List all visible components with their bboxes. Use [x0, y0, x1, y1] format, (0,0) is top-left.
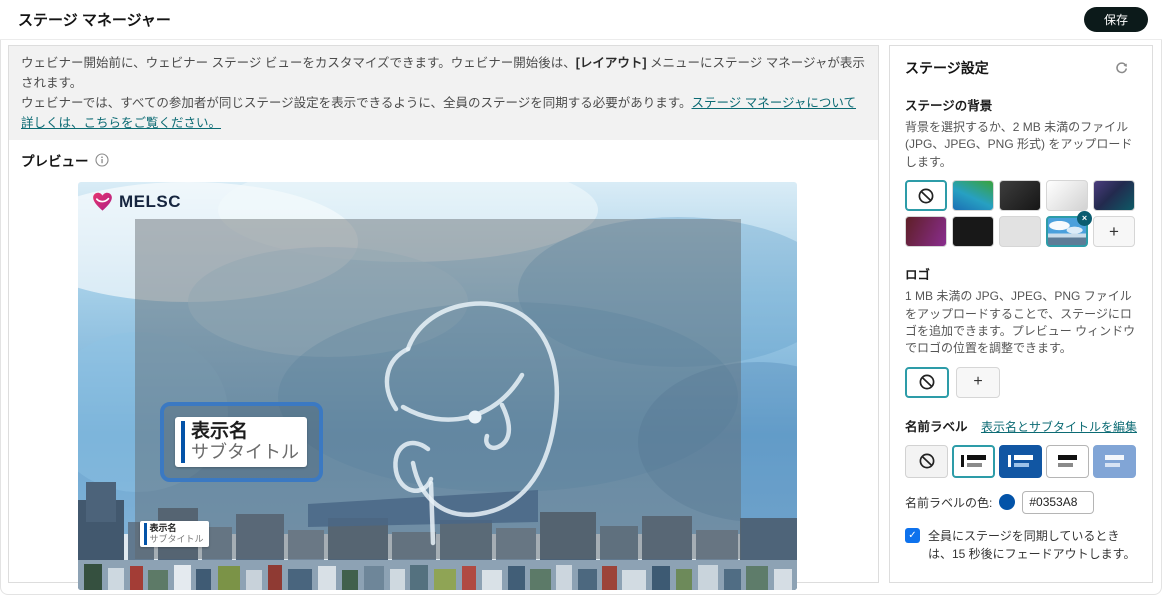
mini-name-label[interactable]: 表示名 サブタイトル [140, 521, 209, 547]
name-label-color-label: 名前ラベルの色: [905, 495, 993, 510]
background-thumbnail-grid: × + [905, 180, 1137, 248]
preview-title: プレビュー [21, 154, 89, 169]
background-section-title: ステージの背景 [905, 99, 993, 113]
name-label-section-header: 名前ラベル 表示名とサブタイトルを編集 [905, 416, 1137, 435]
name-label-drag-handle[interactable]: 表示名 サブタイトル [160, 402, 323, 482]
content-area: ウェビナー開始前に、ウェビナー ステージ ビューをカスタマイズできます。ウェビナ… [0, 40, 1162, 590]
info-banner: ウェビナー開始前に、ウェビナー ステージ ビューをカスタマイズできます。ウェビナ… [9, 46, 878, 140]
no-logo-icon [919, 374, 935, 390]
label-style-glyph [1008, 455, 1033, 468]
background-thumb-purple-teal[interactable] [1093, 180, 1135, 212]
banner-layout-bold: [レイアウト] [575, 56, 647, 70]
preview-stage-wrap: MELSC 表示名 サブタイトル 表示名 サブタイトル [78, 182, 797, 590]
background-thumb-blue-green[interactable] [952, 180, 994, 212]
color-hex-input[interactable] [1022, 490, 1095, 514]
name-label-accent-bar [181, 421, 185, 463]
stage-logo-text: MELSC [119, 191, 181, 211]
preview-stage: MELSC 表示名 サブタイトル 表示名 サブタイトル [78, 182, 797, 590]
stage-logo[interactable]: MELSC [91, 191, 181, 212]
background-none-button[interactable] [905, 180, 947, 212]
no-background-icon [918, 188, 934, 204]
name-label-color-row: 名前ラベルの色: [905, 490, 1137, 514]
banner-line1: ウェビナー開始前に、ウェビナー ステージ ビューをカスタマイズできます。ウェビナ… [21, 53, 866, 93]
display-name-text: 表示名 [191, 421, 249, 443]
background-section-description: 背景を選択するか、2 MB 未満のファイル (JPG、JPEG、PNG 形式) … [905, 120, 1133, 169]
background-thumb-charcoal[interactable] [999, 180, 1041, 212]
preview-heading-row: プレビュー [9, 140, 878, 170]
melsc-heart-icon [93, 192, 112, 211]
logo-button-row: + [905, 366, 1137, 398]
stage-settings-panel: ステージ設定 ステージの背景 背景を選択するか、2 MB 未満のファイル (JP… [889, 45, 1153, 583]
page-title: ステージ マネージャー [18, 12, 171, 29]
label-style-glyph [961, 455, 986, 468]
label-style-glyph [1058, 455, 1077, 468]
banner-line2: ウェビナーでは、すべての参加者が同じステージ設定を表示できるように、全員のステー… [21, 93, 866, 133]
logo-section-description: 1 MB 未満の JPG、JPEG、PNG ファイルをアップロードすることで、ス… [905, 289, 1136, 356]
label-style-accent-light-button[interactable] [952, 444, 995, 478]
stage-settings-title: ステージ設定 [905, 60, 989, 76]
label-style-none-button[interactable] [905, 444, 948, 478]
upload-background-button[interactable]: + [1093, 216, 1135, 248]
label-style-glyph [1105, 455, 1124, 468]
fadeout-checkbox[interactable]: ✓ [905, 527, 920, 543]
fadeout-checkbox-label: 全員にステージを同期しているときは、15 秒後にフェードアウトします。 [928, 528, 1136, 561]
background-thumb-light-gray[interactable] [999, 216, 1041, 248]
background-thumb-black[interactable] [952, 216, 994, 248]
mini-subtitle-text: サブタイトル [149, 534, 204, 545]
fadeout-checkbox-row: ✓ 全員にステージを同期しているときは、15 秒後にフェードアウトします。 [905, 527, 1137, 563]
background-thumb-maroon-purple[interactable] [905, 216, 947, 248]
edit-display-name-link[interactable]: 表示名とサブタイトルを編集 [981, 418, 1137, 435]
logo-section-title: ロゴ [905, 268, 931, 283]
mini-label-accent-bar [144, 523, 147, 545]
no-label-icon [919, 453, 934, 469]
color-swatch[interactable] [999, 494, 1016, 511]
subtitle-text: サブタイトル [191, 442, 299, 463]
banner-line1-text: ウェビナー開始前に、ウェビナー ステージ ビューをカスタマイズできます。ウェビナ… [21, 56, 576, 70]
name-label-text-group: 表示名 サブタイトル [191, 421, 299, 463]
logo-none-button[interactable] [905, 366, 949, 398]
upload-logo-button[interactable]: + [956, 366, 1000, 398]
label-style-accent-dark-button[interactable] [999, 444, 1042, 478]
banner-line2-text: ウェビナーでは、すべての参加者が同じステージ設定を表示できるように、全員のステー… [21, 96, 692, 110]
check-icon: ✓ [908, 529, 917, 541]
remove-background-icon[interactable]: × [1077, 211, 1092, 227]
face-outline-illustration [384, 301, 560, 546]
mini-label-text-group: 表示名 サブタイトル [150, 523, 204, 545]
top-bar: ステージ マネージャー 保存 [0, 0, 1162, 40]
stage-manager-panel: ウェビナー開始前に、ウェビナー ステージ ビューをカスタマイズできます。ウェビナ… [8, 45, 879, 590]
save-button[interactable]: 保存 [1083, 7, 1148, 32]
background-thumb-city-selected[interactable]: × [1046, 211, 1092, 248]
name-label-preview: 表示名 サブタイトル [175, 417, 307, 467]
mini-display-name-text: 表示名 [149, 523, 177, 533]
name-label-style-row [905, 444, 1137, 478]
stage-settings-header: ステージ設定 [905, 58, 1137, 78]
info-icon[interactable] [94, 153, 109, 167]
label-style-plain-dark-button[interactable] [1093, 444, 1136, 478]
refresh-icon[interactable] [1114, 61, 1129, 76]
name-label-section-title: 名前ラベル [905, 419, 968, 434]
label-style-plain-light-button[interactable] [1046, 444, 1089, 478]
background-thumb-silver[interactable] [1046, 180, 1088, 212]
